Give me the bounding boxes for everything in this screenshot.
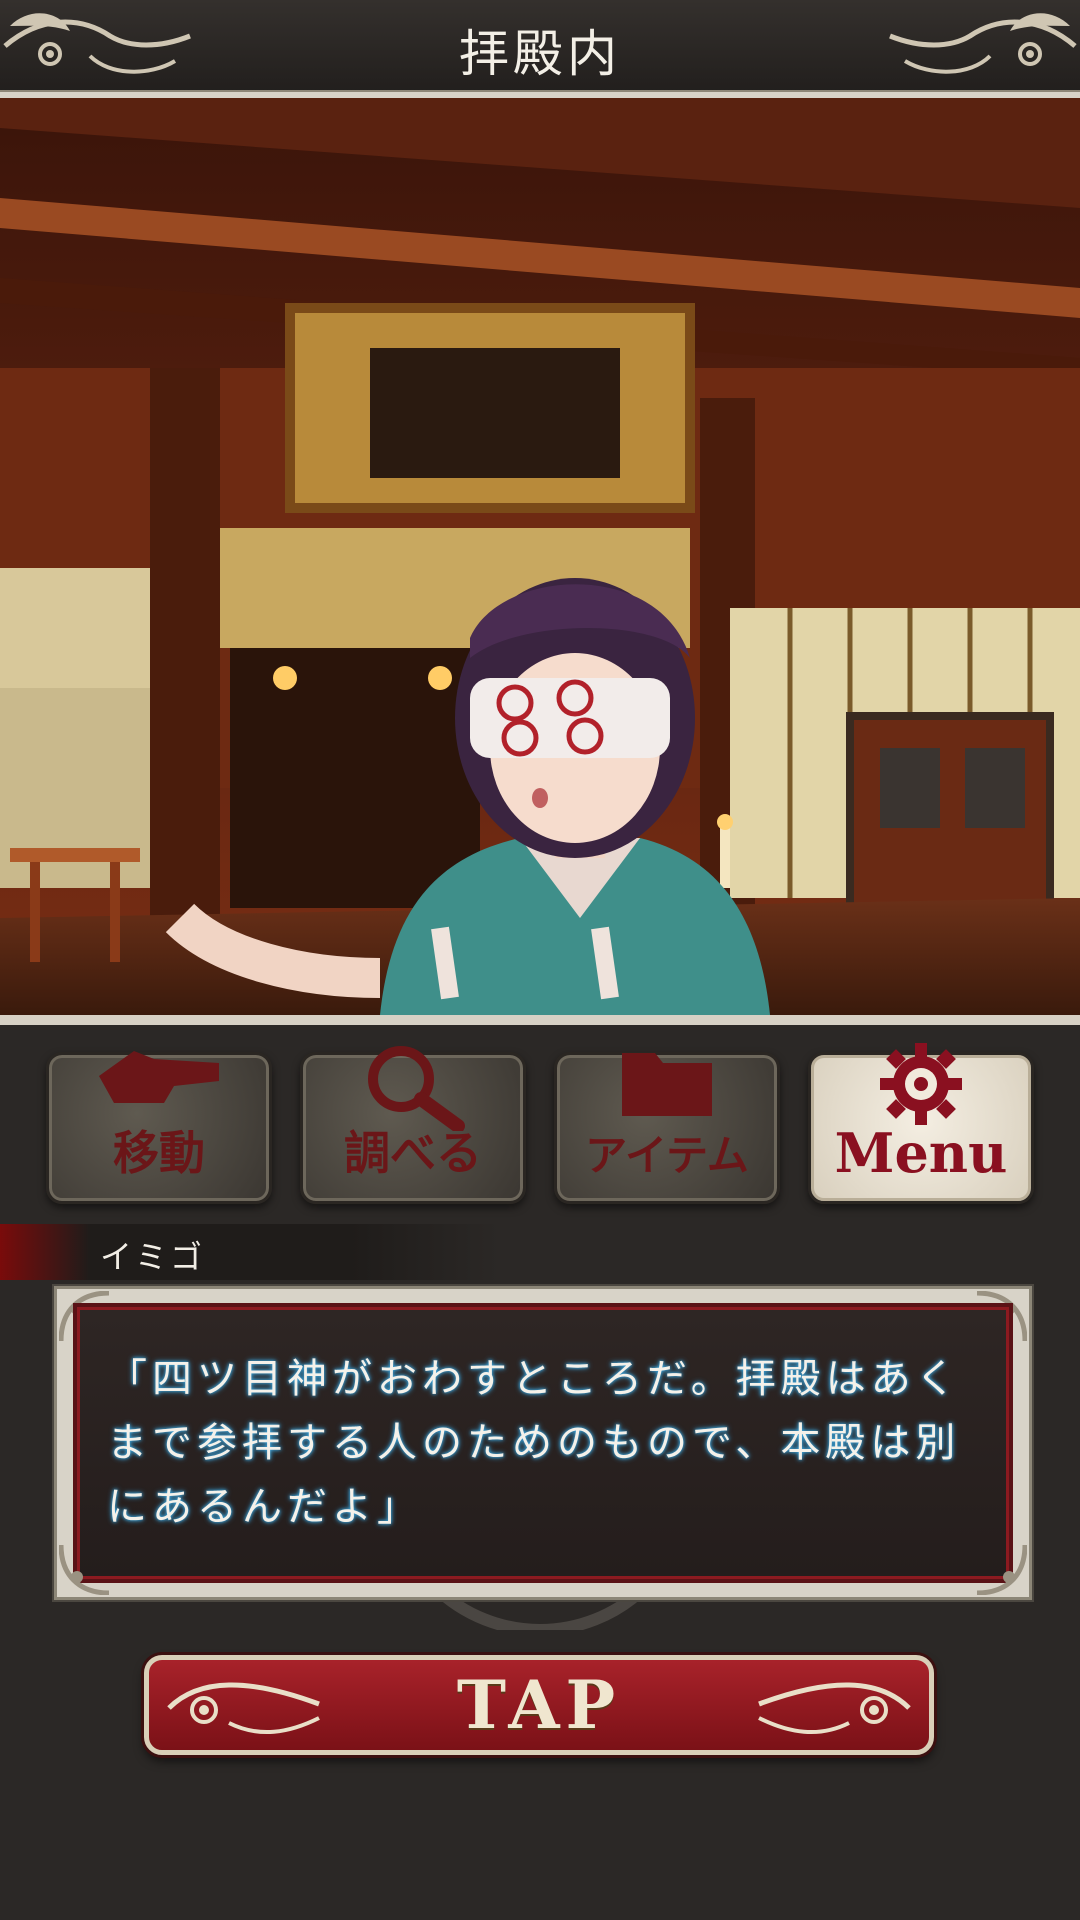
menu-label: Menu: [834, 1121, 1008, 1185]
location-header: 拝殿内: [0, 0, 1080, 98]
hand-pointing-icon: [99, 1051, 219, 1103]
tap-button[interactable]: TAP: [144, 1655, 934, 1755]
investigate-label: 調べる: [344, 1126, 482, 1180]
gear-icon: [880, 1043, 962, 1125]
item-button[interactable]: アイテム: [554, 1052, 780, 1204]
corner-ornament: [59, 1544, 110, 1595]
item-label: アイテム: [585, 1131, 749, 1180]
dialog-box[interactable]: 「四ツ目神がおわすところだ。拝殿はあくまで参拝する人のためのもので、本殿は別にあ…: [54, 1286, 1032, 1600]
filigree-ornament-right: [889, 13, 1077, 74]
command-bar: 移動 調べる アイテム Menu: [46, 1043, 1036, 1204]
speaker-name: イミゴ: [100, 1238, 206, 1276]
investigate-button[interactable]: 調べる: [300, 1046, 526, 1204]
folder-icon: [622, 1053, 712, 1116]
tap-ornament-right: [758, 1682, 911, 1735]
dialog-inner-panel: 「四ツ目神がおわすところだ。拝殿はあくまで参拝する人のためのもので、本殿は別にあ…: [73, 1303, 1013, 1583]
menu-button[interactable]: Menu: [808, 1043, 1034, 1204]
speaker-name-bar: イミゴ: [0, 1224, 500, 1280]
dialog-text: 「四ツ目神がおわすところだ。拝殿はあくまで参拝する人のためのもので、本殿は別にあ…: [107, 1356, 961, 1530]
move-label: 移動: [113, 1126, 205, 1180]
corner-ornament: [976, 1544, 1027, 1595]
move-button[interactable]: 移動: [46, 1051, 272, 1204]
shrine-interior-scene[interactable]: [0, 98, 1080, 1025]
